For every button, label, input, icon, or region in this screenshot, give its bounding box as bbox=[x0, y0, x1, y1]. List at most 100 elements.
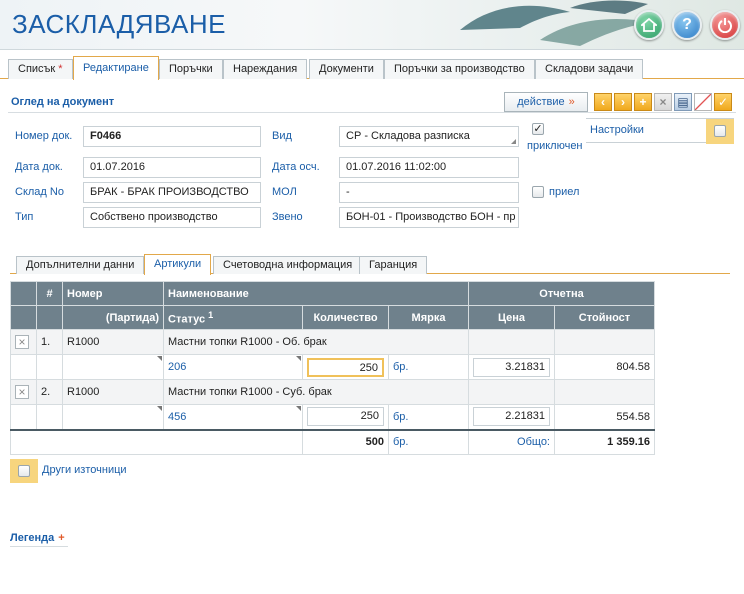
header-reporting: Отчетна bbox=[468, 281, 655, 306]
section-title: Оглед на документ bbox=[11, 96, 115, 108]
home-button[interactable] bbox=[634, 10, 664, 40]
settings-toggle[interactable] bbox=[706, 119, 734, 144]
help-button[interactable]: ? bbox=[672, 10, 702, 40]
row-batch[interactable] bbox=[62, 404, 164, 430]
closed-checkbox[interactable]: ✓ bbox=[532, 123, 544, 135]
tab-instructions[interactable]: Нареждания bbox=[223, 59, 308, 79]
mol-label: МОЛ bbox=[272, 186, 297, 198]
chevron-left-icon: ‹ bbox=[601, 95, 605, 109]
table-row-detail: 456 250 бр. 2.21831 554.58 bbox=[10, 404, 655, 430]
type-select[interactable]: СР - Складова разписка bbox=[339, 126, 519, 147]
next-button[interactable]: › bbox=[614, 93, 632, 111]
header-delete bbox=[10, 281, 37, 306]
tab-label: Нареждания bbox=[233, 63, 298, 75]
warehouse-label: Склад No bbox=[15, 186, 64, 198]
row-status-link[interactable]: 206 bbox=[163, 354, 303, 380]
header-unit[interactable]: Мярка bbox=[388, 305, 469, 330]
qty-input[interactable]: 250 bbox=[307, 357, 384, 377]
row-index: 1. bbox=[36, 329, 63, 355]
tab-orders[interactable]: Поръчки bbox=[159, 59, 223, 79]
check-icon: ✓ bbox=[533, 123, 543, 135]
plus-icon: + bbox=[58, 532, 65, 544]
detail-tabs: Допълнителни данни Артикули Счетоводна и… bbox=[10, 254, 730, 275]
type-label: Вид bbox=[272, 130, 292, 142]
header-qty[interactable]: Количество bbox=[302, 305, 389, 330]
total-qty: 500 bbox=[302, 428, 389, 455]
unit-label: Звено bbox=[272, 211, 303, 223]
row-index: 2. bbox=[36, 379, 63, 405]
closed-label: приключен bbox=[527, 140, 583, 152]
tab-production-orders[interactable]: Поръчки за производство bbox=[384, 59, 535, 79]
tab-warehouse-tasks[interactable]: Складови задачи bbox=[535, 59, 644, 79]
qty-input[interactable]: 250 bbox=[307, 407, 384, 427]
kind-field[interactable]: Собствено производство bbox=[83, 207, 261, 228]
warehouse-field[interactable]: БРАК - БРАК ПРОИЗВОДСТВО bbox=[83, 182, 261, 203]
header-batch[interactable]: (Партида) bbox=[62, 305, 164, 330]
post-date-label: Дата осч. bbox=[272, 161, 320, 173]
power-button[interactable] bbox=[710, 10, 740, 40]
price-input[interactable]: 2.21831 bbox=[473, 407, 550, 427]
total-label: Общо: bbox=[468, 428, 555, 455]
row-unit[interactable]: бр. bbox=[388, 354, 469, 380]
post-date-field[interactable]: 01.07.2016 11:02:00 bbox=[339, 157, 519, 178]
tab-label: Поръчки за производство bbox=[394, 63, 525, 75]
delete-row-icon[interactable]: × bbox=[15, 335, 29, 349]
header-value[interactable]: Стойност bbox=[554, 305, 655, 330]
action-button[interactable]: действие» bbox=[504, 92, 588, 112]
mol-field[interactable]: - bbox=[339, 182, 519, 203]
confirm-button[interactable]: ✓ bbox=[714, 93, 732, 111]
tab-warranty[interactable]: Гаранция bbox=[359, 256, 428, 274]
header-blank bbox=[10, 305, 37, 330]
tab-label: Складови задачи bbox=[545, 63, 634, 75]
tab-accounting-info[interactable]: Счетоводна информация bbox=[213, 256, 363, 274]
print-button[interactable]: ▤ bbox=[674, 93, 692, 111]
delete-row-icon[interactable]: × bbox=[15, 385, 29, 399]
tab-edit[interactable]: Редактиране bbox=[73, 56, 159, 80]
settings-checkbox[interactable] bbox=[714, 125, 726, 137]
prev-button[interactable]: ‹ bbox=[594, 93, 612, 111]
tab-label: Списък bbox=[18, 63, 56, 75]
tab-additional-data[interactable]: Допълнителни данни bbox=[16, 256, 145, 274]
action-label: действие bbox=[517, 96, 565, 108]
doc-no-field[interactable]: F0466 bbox=[83, 126, 261, 147]
row-status-link[interactable]: 456 bbox=[163, 404, 303, 430]
tab-articles[interactable]: Артикули bbox=[144, 254, 212, 275]
row-name: Мастни топки R1000 - Суб. брак bbox=[163, 379, 469, 405]
add-button[interactable]: + bbox=[634, 93, 652, 111]
header-number[interactable]: Номер bbox=[62, 281, 164, 306]
totals-row: 500 бр. Общо: 1 359.16 bbox=[10, 428, 655, 455]
row-unit[interactable]: бр. bbox=[388, 404, 469, 430]
legend-toggle[interactable]: Легенда + bbox=[10, 532, 68, 547]
decorative-birds-image bbox=[460, 0, 650, 46]
other-sources-toggle[interactable] bbox=[10, 459, 38, 483]
delete-button[interactable]: × bbox=[654, 93, 672, 111]
doc-date-field[interactable]: 01.07.2016 bbox=[83, 157, 261, 178]
row-value: 554.58 bbox=[554, 404, 655, 430]
tab-documents[interactable]: Документи bbox=[309, 59, 384, 79]
row-value: 804.58 bbox=[554, 354, 655, 380]
header-status[interactable]: Статус 1 bbox=[163, 305, 303, 330]
other-sources: Други източници bbox=[10, 459, 128, 483]
tab-list[interactable]: Списък * bbox=[8, 59, 73, 79]
doc-date-label: Дата док. bbox=[15, 161, 63, 173]
plus-icon: + bbox=[639, 95, 647, 109]
cancel-button[interactable] bbox=[694, 93, 712, 111]
app-header: ЗАСКЛАДЯВАНЕ ? bbox=[0, 0, 744, 50]
other-sources-checkbox[interactable] bbox=[18, 465, 30, 477]
articles-table: # Номер Наименование Отчетна (Партида) С… bbox=[10, 281, 655, 455]
unit-field[interactable]: БОН-01 - Производство БОН - пр bbox=[339, 207, 519, 228]
doc-no-label: Номер док. bbox=[15, 130, 73, 142]
header-price[interactable]: Цена bbox=[468, 305, 555, 330]
price-input[interactable]: 3.21831 bbox=[473, 357, 550, 377]
row-batch[interactable] bbox=[62, 354, 164, 380]
accepted-checkbox[interactable] bbox=[532, 186, 544, 198]
double-chevron-icon: » bbox=[568, 96, 575, 108]
header-name[interactable]: Наименование bbox=[163, 281, 469, 306]
table-row: × 2. R1000 Мастни топки R1000 - Суб. бра… bbox=[10, 379, 655, 405]
settings-panel: Настройки bbox=[586, 118, 734, 144]
tab-label: Поръчки bbox=[169, 63, 213, 75]
kind-label: Тип bbox=[15, 211, 34, 223]
tab-label: Документи bbox=[319, 63, 374, 75]
header-status-sup: 1 bbox=[208, 309, 214, 320]
settings-label: Настройки bbox=[590, 124, 644, 136]
